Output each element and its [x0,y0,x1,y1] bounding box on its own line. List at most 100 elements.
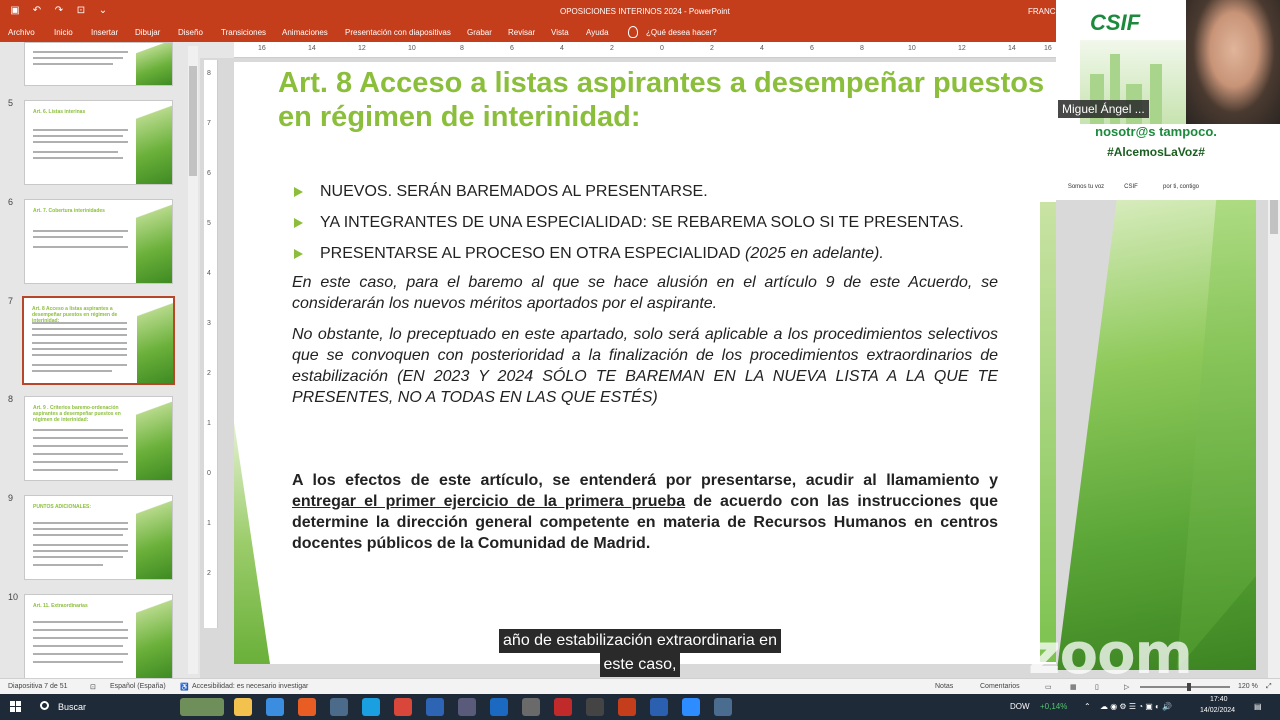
app-icon[interactable] [330,698,348,716]
tray-icons[interactable]: ☁ ◉ ⚙ ☰ ◔ ▣ ◐ 🔊 [1100,702,1172,711]
paragraph-3[interactable]: A los efectos de este artículo, se enten… [292,470,998,554]
accessibility-status[interactable]: Accesibilidad: es necesario investigar [192,683,308,690]
tab-inicio[interactable]: Inicio [54,28,73,37]
language-indicator[interactable]: Español (España) [110,683,166,690]
acrobat-icon[interactable] [554,698,572,716]
arrow-bullet-icon [294,187,303,197]
slide-thumbnail-10[interactable]: Art. 11. Extraordinarias [24,594,173,678]
chrome-icon[interactable] [394,698,412,716]
slide-thumbnail-7[interactable]: Art. 8 Acceso a listas aspirantes a dese… [22,296,175,385]
zoom-level[interactable]: 120 % [1238,683,1258,690]
scroll-thumb[interactable] [1270,194,1278,234]
edge-icon[interactable] [362,698,380,716]
vertical-ruler[interactable]: 8 7 6 5 4 3 2 1 0 1 2 [204,60,218,628]
taskbar-search[interactable]: Buscar [34,697,170,717]
thumbnail-title: Art. 7. Cobertura interinidades [33,208,105,214]
spellcheck-icon[interactable]: ⊡ [90,683,96,691]
paragraph-1[interactable]: En este caso, para el baremo al que se h… [292,272,998,314]
tab-diseno[interactable]: Diseño [178,28,203,37]
app-icon[interactable] [458,698,476,716]
account-name[interactable]: FRANC [1028,7,1056,16]
horizontal-ruler[interactable]: 16 14 12 10 8 6 4 2 0 2 4 6 8 10 12 14 1… [234,42,1056,58]
tab-presentacion[interactable]: Presentación con diapositivas [345,28,451,37]
search-icon [40,701,49,710]
clock-time[interactable]: 17:40 [1210,696,1228,703]
slide-sorter-icon[interactable]: ▦ [1070,683,1077,691]
slide-thumbnail-5[interactable]: Art. 6. Listas interinas [24,100,173,185]
file-explorer-icon[interactable] [234,698,252,716]
participant-name: Miguel Ángel ... [1058,100,1149,118]
thumbnail-title: Art. 6. Listas interinas [33,109,86,115]
tab-animaciones[interactable]: Animaciones [282,28,328,37]
notes-button[interactable]: Notas [935,683,953,690]
live-caption: año de estabilización extraordinaria en … [460,629,820,677]
tab-transiciones[interactable]: Transiciones [221,28,266,37]
current-slide[interactable]: Art. 8 Acceso a listas aspirantes a dese… [234,62,1056,664]
tell-me-search[interactable]: ¿Qué desea hacer? [646,28,717,37]
powerpoint-icon[interactable] [618,698,636,716]
bullet-list[interactable]: NUEVOS. SERÁN BAREMADOS AL PRESENTARSE. … [292,176,1012,269]
slide-number: 10 [8,592,19,602]
zoom-slider[interactable] [1140,683,1230,691]
paragraph-2[interactable]: No obstante, lo preceptuado en este apar… [292,324,998,408]
comments-button[interactable]: Comentarios [980,683,1020,690]
undo-icon[interactable]: ↶ [30,4,44,18]
reading-view-icon[interactable]: ▯ [1095,683,1099,691]
notifications-icon[interactable]: ▤ [1254,702,1262,711]
save-icon[interactable]: ▣ [8,4,22,18]
tab-insertar[interactable]: Insertar [91,28,118,37]
scroll-thumb[interactable] [189,66,197,176]
tab-dibujar[interactable]: Dibujar [135,28,160,37]
outlook-icon[interactable] [490,698,508,716]
arrow-bullet-icon [294,249,303,259]
editor-scrollbar[interactable] [1268,124,1280,678]
slide-number: 6 [8,197,14,207]
slide-thumbnail-4[interactable] [24,42,173,86]
slide-number: 5 [8,98,14,108]
slide-thumbnail-8[interactable]: Art. 9 . Criterios baremo-ordenación asp… [24,396,173,481]
tab-archivo[interactable]: Archivo [8,28,35,37]
weather-widget-icon[interactable] [180,698,224,716]
tray-chevron-icon[interactable]: ⌃ [1084,702,1091,711]
quick-access-toolbar: ▣ ↶ ↷ ⊡ ⌄ [8,4,110,18]
bullet-item: PRESENTARSE AL PROCESO EN OTRA ESPECIALI… [292,238,1012,269]
thumbnail-title: Art. 9 . Criterios baremo-ordenación asp… [33,405,121,423]
firefox-icon[interactable] [298,698,316,716]
thumbnail-title: Art. 11. Extraordinarias [33,603,88,609]
word-icon[interactable] [650,698,668,716]
slide-thumbnails-pane: 5 Art. 6. Listas interinas 6 Art. 7. Cob… [0,42,200,678]
slide-thumbnail-9[interactable]: PUNTOS ADICIONALES: [24,495,173,580]
redo-icon[interactable]: ↷ [52,4,66,18]
customize-toolbar-icon[interactable]: ⌄ [96,4,110,18]
slide-title[interactable]: Art. 8 Acceso a listas aspirantes a dese… [278,66,1048,134]
participant-video [1186,0,1280,124]
bullet-item: NUEVOS. SERÁN BAREMADOS AL PRESENTARSE. [292,176,1012,207]
store-icon[interactable] [266,698,284,716]
app-icon[interactable] [522,698,540,716]
tab-vista[interactable]: Vista [551,28,569,37]
present-icon[interactable]: ⊡ [74,4,88,18]
clock-date[interactable]: 14/02/2024 [1200,707,1235,714]
slide-number: 8 [8,394,14,404]
tab-revisar[interactable]: Revisar [508,28,535,37]
zoom-app-icon[interactable] [682,698,700,716]
slide-number: 9 [8,493,14,503]
arrow-bullet-icon [294,218,303,228]
app-icon[interactable] [714,698,732,716]
tab-grabar[interactable]: Grabar [467,28,492,37]
app-icon[interactable] [426,698,444,716]
windows-start-icon[interactable] [10,701,22,713]
thumbnail-title: PUNTOS ADICIONALES: [33,504,92,510]
tab-ayuda[interactable]: Ayuda [586,28,609,37]
fit-to-window-icon[interactable]: ⤢ [1266,683,1272,691]
slideshow-icon[interactable]: ▷ [1124,683,1129,691]
slide-thumbnail-6[interactable]: Art. 7. Cobertura interinidades [24,199,173,284]
zoom-slider-handle[interactable] [1187,683,1192,691]
slide-counter: Diapositiva 7 de 51 [8,683,68,690]
thumbnails-scrollbar[interactable] [188,46,198,674]
stock-ticker[interactable]: DOW [1010,702,1030,711]
slide-number: 7 [8,296,14,306]
app-icon[interactable] [586,698,604,716]
normal-view-icon[interactable]: ▭ [1045,683,1052,691]
video-participant-tile[interactable]: CSIF Miguel Ángel ... nosotr@s tampoco. … [1056,0,1280,200]
